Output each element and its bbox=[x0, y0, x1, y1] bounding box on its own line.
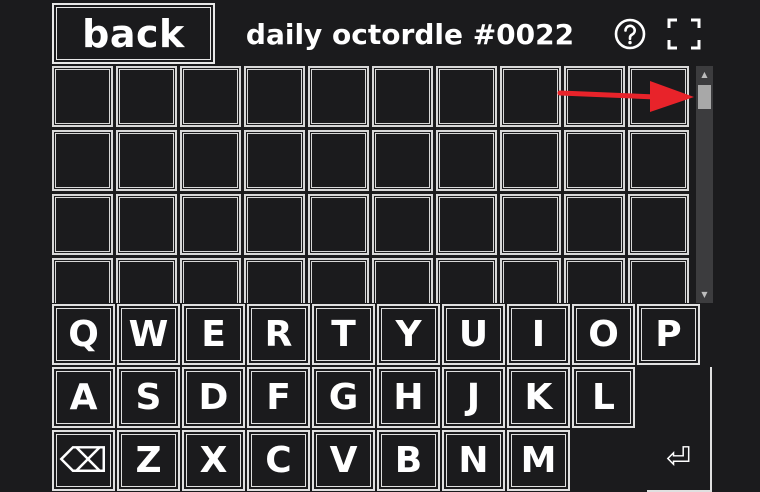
back-button[interactable]: back bbox=[52, 3, 215, 64]
key-s[interactable]: S bbox=[117, 367, 180, 428]
key-v[interactable]: V bbox=[312, 430, 375, 491]
board-cell bbox=[116, 66, 177, 127]
key-o[interactable]: O bbox=[572, 304, 635, 365]
page-title: daily octordle #0022 bbox=[245, 17, 575, 51]
key-y[interactable]: Y bbox=[377, 304, 440, 365]
scrollbar[interactable]: ▲ ▼ bbox=[696, 66, 713, 303]
board-cell bbox=[372, 258, 433, 303]
board-cell bbox=[52, 66, 113, 127]
board-cell bbox=[372, 130, 433, 191]
board-cell bbox=[180, 130, 241, 191]
board-cell bbox=[628, 258, 689, 303]
board-cell bbox=[52, 194, 113, 255]
key-d[interactable]: D bbox=[182, 367, 245, 428]
scroll-down-arrow-icon[interactable]: ▼ bbox=[696, 286, 713, 303]
backspace-key[interactable]: ⌫ bbox=[52, 430, 115, 491]
board-cell bbox=[628, 130, 689, 191]
board-cell bbox=[116, 194, 177, 255]
key-g[interactable]: G bbox=[312, 367, 375, 428]
board-cell bbox=[308, 194, 369, 255]
enter-key[interactable]: ⏎ bbox=[647, 367, 712, 492]
board-cell bbox=[564, 130, 625, 191]
key-z[interactable]: Z bbox=[117, 430, 180, 491]
key-l[interactable]: L bbox=[572, 367, 635, 428]
key-w[interactable]: W bbox=[117, 304, 180, 365]
key-i[interactable]: I bbox=[507, 304, 570, 365]
key-u[interactable]: U bbox=[442, 304, 505, 365]
key-t[interactable]: T bbox=[312, 304, 375, 365]
key-k[interactable]: K bbox=[507, 367, 570, 428]
octordle-app: back daily octordle #0022 ▲ ▼ ⏎ Q W E R … bbox=[0, 0, 760, 492]
key-x[interactable]: X bbox=[182, 430, 245, 491]
board-cell bbox=[500, 130, 561, 191]
board-cell bbox=[564, 194, 625, 255]
key-e[interactable]: E bbox=[182, 304, 245, 365]
help-circle-icon[interactable] bbox=[613, 17, 647, 51]
board-cell bbox=[244, 258, 305, 303]
board-cell bbox=[116, 130, 177, 191]
key-b[interactable]: B bbox=[377, 430, 440, 491]
board-cell bbox=[308, 66, 369, 127]
board-cell bbox=[308, 130, 369, 191]
key-j[interactable]: J bbox=[442, 367, 505, 428]
board-cell bbox=[500, 66, 561, 127]
key-a[interactable]: A bbox=[52, 367, 115, 428]
board-cell bbox=[116, 258, 177, 303]
key-c[interactable]: C bbox=[247, 430, 310, 491]
board-cell bbox=[436, 194, 497, 255]
key-m[interactable]: M bbox=[507, 430, 570, 491]
scroll-up-arrow-icon[interactable]: ▲ bbox=[696, 66, 713, 83]
board-cell bbox=[564, 258, 625, 303]
board-cell bbox=[180, 194, 241, 255]
board-cell bbox=[244, 130, 305, 191]
enter-icon: ⏎ bbox=[665, 441, 692, 476]
board-cell bbox=[52, 130, 113, 191]
board-cell bbox=[500, 194, 561, 255]
red-annotation-arrow-icon bbox=[557, 81, 694, 112]
board-cell bbox=[436, 130, 497, 191]
key-q[interactable]: Q bbox=[52, 304, 115, 365]
board-cell bbox=[244, 194, 305, 255]
key-n[interactable]: N bbox=[442, 430, 505, 491]
key-r[interactable]: R bbox=[247, 304, 310, 365]
key-f[interactable]: F bbox=[247, 367, 310, 428]
scrollbar-thumb[interactable] bbox=[698, 85, 711, 109]
board-cell bbox=[52, 258, 113, 303]
on-screen-keyboard: ⏎ Q W E R T Y U I O P A S D F G H J K L ⌫ Z X C V B N M bbox=[52, 304, 714, 492]
board-cell bbox=[436, 258, 497, 303]
board-cell bbox=[500, 258, 561, 303]
board-cell bbox=[308, 258, 369, 303]
key-p[interactable]: P bbox=[637, 304, 700, 365]
board-cell bbox=[628, 194, 689, 255]
board-cell bbox=[244, 66, 305, 127]
board-cell bbox=[372, 66, 433, 127]
board-cell bbox=[180, 258, 241, 303]
board-cell bbox=[372, 194, 433, 255]
board-cell bbox=[180, 66, 241, 127]
key-h[interactable]: H bbox=[377, 367, 440, 428]
board-cell bbox=[436, 66, 497, 127]
fullscreen-icon[interactable] bbox=[667, 18, 701, 50]
